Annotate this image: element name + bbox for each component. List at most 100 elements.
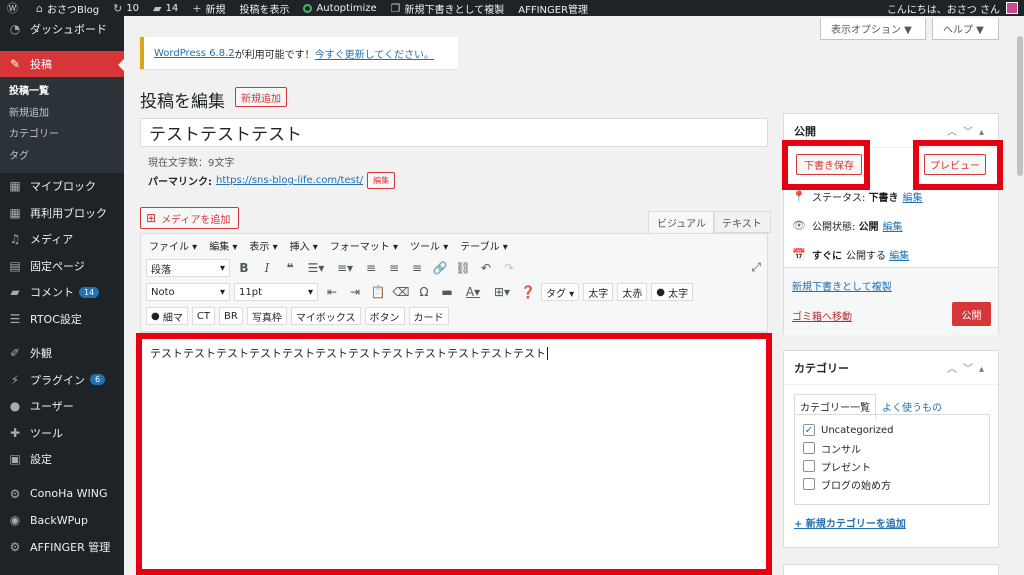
wordpress-logo[interactable]: Ⓦ <box>0 0 29 16</box>
tab-text[interactable]: テキスト <box>713 211 771 233</box>
list-item[interactable]: ブログの始め方 <box>803 475 981 493</box>
numbered-list-icon[interactable]: ≡▾ <box>332 258 358 278</box>
menu-table[interactable]: テーブル ▾ <box>460 238 508 253</box>
table-icon[interactable]: ⊞▾ <box>489 282 515 302</box>
checkbox-checked[interactable]: ✓ <box>803 424 815 436</box>
button-button[interactable]: ボタン <box>364 307 405 325</box>
autoptimize-link[interactable]: Autoptimize <box>296 0 383 16</box>
menu-comments[interactable]: ▰ コメント 14 <box>0 279 124 306</box>
link-icon[interactable]: 🔗 <box>430 258 450 278</box>
post-title-input[interactable]: テストテストテスト <box>140 118 768 147</box>
add-new-button[interactable]: 新規追加 <box>235 87 287 107</box>
horizontal-rule-icon[interactable]: ▬ <box>437 282 457 302</box>
update-now-link[interactable]: 今すぐ更新してください。 <box>315 46 434 61</box>
tag-select[interactable]: タグ ▾ <box>541 283 580 301</box>
align-center-icon[interactable]: ≡ <box>384 258 404 278</box>
affinger-link[interactable]: AFFINGER管理 <box>511 0 595 16</box>
bullet-list-icon[interactable]: ☰▾ <box>303 258 329 278</box>
new-content-link[interactable]: + 新規 <box>185 0 232 16</box>
paste-icon[interactable]: 📋 <box>368 282 388 302</box>
undo-icon[interactable]: ↶ <box>476 258 496 278</box>
add-category-link[interactable]: + 新規カテゴリーを追加 <box>794 515 906 530</box>
menu-pages[interactable]: ▤ 固定ページ <box>0 253 124 280</box>
bold-user-button[interactable]: ● 太字 <box>651 283 694 301</box>
menu-file[interactable]: ファイル ▾ <box>149 238 197 253</box>
omega-icon[interactable]: Ω <box>414 282 434 302</box>
submenu-categories[interactable]: カテゴリー <box>0 124 124 146</box>
bold-icon[interactable]: B <box>234 258 254 278</box>
menu-rtoc[interactable]: ☰ RTOC設定 <box>0 306 124 333</box>
menu-affinger[interactable]: ⚙ AFFINGER 管理 <box>0 534 124 561</box>
visibility-edit-link[interactable]: 編集 <box>883 218 903 233</box>
fullscreen-icon[interactable]: ⤢ <box>751 260 761 275</box>
help-icon[interactable]: ❓ <box>518 282 538 302</box>
ct-button[interactable]: CT <box>191 307 216 325</box>
box-order-arrows-icon[interactable]: ︿﹀▴ <box>947 360 990 375</box>
box-order-arrows-icon[interactable]: ︿﹀▴ <box>947 123 990 138</box>
menu-settings[interactable]: ▣ 設定 <box>0 446 124 473</box>
bold-red-button[interactable]: 太赤 <box>617 283 648 301</box>
permalink-url[interactable]: https://sns-blog-life.com/test/ <box>216 175 363 186</box>
eraser-icon[interactable]: ⌫ <box>391 282 411 302</box>
menu-view[interactable]: 表示 ▾ <box>249 238 277 253</box>
preview-button[interactable]: プレビュー <box>924 154 986 175</box>
align-right-icon[interactable]: ≡ <box>407 258 427 278</box>
format-select[interactable]: 段落 ▾ <box>146 259 230 277</box>
submenu-tags[interactable]: タグ <box>0 146 124 168</box>
screen-options-button[interactable]: 表示オプション ▼ <box>820 18 926 40</box>
trash-link[interactable]: ゴミ箱へ移動 <box>792 308 852 323</box>
menu-conoha[interactable]: ⚙ ConoHa WING <box>0 481 124 508</box>
submenu-all-posts[interactable]: 投稿一覧 <box>0 81 124 103</box>
menu-reusable-block[interactable]: ▦ 再利用ブロック <box>0 200 124 227</box>
duplicate-draft-link[interactable]: 新規下書きとして複製 <box>792 278 892 293</box>
menu-dashboard[interactable]: ◔ ダッシュボード <box>0 16 124 43</box>
category-box-header[interactable]: カテゴリー ︿﹀▴ <box>784 351 998 385</box>
text-color-icon[interactable]: A▾ <box>460 282 486 302</box>
duplicate-link[interactable]: ❐ 新規下書きとして複製 <box>384 0 512 16</box>
italic-icon[interactable]: I <box>257 258 277 278</box>
menu-insert[interactable]: 挿入 ▾ <box>290 238 318 253</box>
unlink-icon[interactable]: ⛓ <box>453 258 473 278</box>
card-button[interactable]: カード <box>408 307 449 325</box>
schedule-edit-link[interactable]: 編集 <box>889 247 909 262</box>
scrollbar[interactable] <box>1016 16 1024 575</box>
list-item[interactable]: プレゼント <box>803 457 981 475</box>
font-select[interactable]: Noto ▾ <box>146 283 230 301</box>
site-name-link[interactable]: ⌂ おさつBlog <box>29 0 106 16</box>
hosomaru-button[interactable]: ● 細マ <box>146 307 188 325</box>
editor-content-area[interactable]: テストテストテストテストテストテストテストテストテストテストテストテスト <box>140 332 768 575</box>
permalink-edit-button[interactable]: 編集 <box>367 172 396 189</box>
redo-icon[interactable]: ↷ <box>499 258 519 278</box>
mybox-button[interactable]: マイボックス <box>290 307 361 325</box>
add-media-button[interactable]: ⊞ メディアを追加 <box>140 207 240 229</box>
save-draft-button[interactable]: 下書き保存 <box>796 154 862 175</box>
quote-icon[interactable]: ❝ <box>280 258 300 278</box>
paragraph-indent-icon[interactable]: ⇤ <box>322 282 342 302</box>
align-left-icon[interactable]: ≡ <box>361 258 381 278</box>
account-menu[interactable]: こんにちは、おさつ さん <box>887 1 1024 16</box>
scrollbar-thumb[interactable] <box>1017 36 1023 176</box>
menu-edit[interactable]: 編集 ▾ <box>209 238 237 253</box>
menu-my-block[interactable]: ▦ マイブロック <box>0 173 124 200</box>
comments-link[interactable]: ▰ 14 <box>146 0 185 16</box>
br-button[interactable]: BR <box>219 307 243 325</box>
menu-tools[interactable]: ✚ ツール <box>0 420 124 447</box>
help-button[interactable]: ヘルプ ▼ <box>932 18 999 40</box>
checkbox[interactable] <box>803 460 815 472</box>
menu-appearance[interactable]: ✐ 外観 <box>0 340 124 367</box>
menu-tools[interactable]: ツール ▾ <box>410 238 448 253</box>
photo-frame-button[interactable]: 写真枠 <box>246 307 287 325</box>
menu-format[interactable]: フォーマット ▾ <box>330 238 398 253</box>
menu-backwpup[interactable]: ◉ BackWPup <box>0 507 124 534</box>
status-edit-link[interactable]: 編集 <box>903 189 923 204</box>
paragraph-outdent-icon[interactable]: ⇥ <box>345 282 365 302</box>
publish-box-header[interactable]: 公開 ︿﹀▴ <box>784 114 998 148</box>
view-post-link[interactable]: 投稿を表示 <box>232 0 296 16</box>
menu-posts[interactable]: ✎ 投稿 <box>0 50 124 77</box>
publish-button[interactable]: 公開 <box>952 302 991 326</box>
list-item[interactable]: コンサル <box>803 439 981 457</box>
font-size-select[interactable]: 11pt ▾ <box>234 283 318 301</box>
list-item[interactable]: ✓ Uncategorized <box>803 421 981 439</box>
menu-media[interactable]: ♫ メディア <box>0 226 124 253</box>
updates-link[interactable]: ↻ 10 <box>106 0 146 16</box>
